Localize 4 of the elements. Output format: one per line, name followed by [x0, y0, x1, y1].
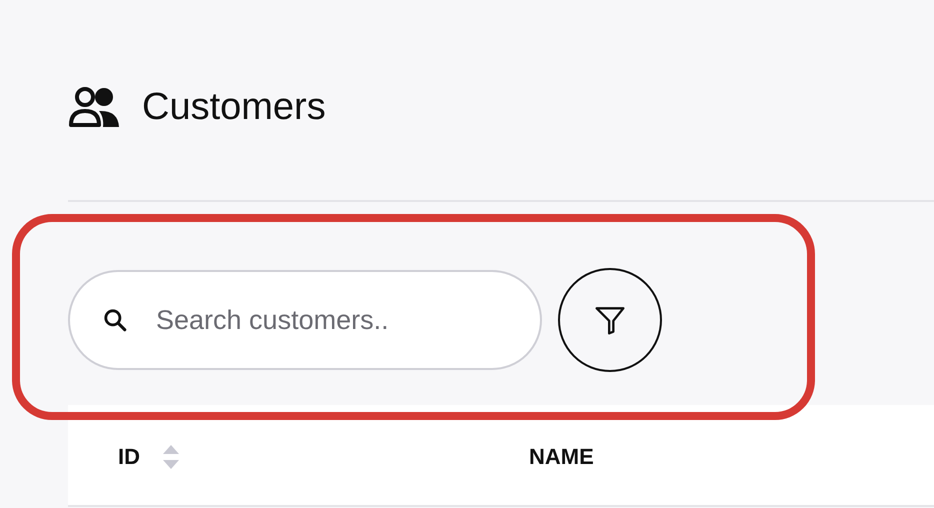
column-header: NAME — [529, 444, 594, 470]
search-field[interactable]: Search customers.. — [68, 270, 542, 370]
page-title: Customers — [142, 85, 326, 130]
column-header[interactable]: ID — [118, 444, 140, 470]
